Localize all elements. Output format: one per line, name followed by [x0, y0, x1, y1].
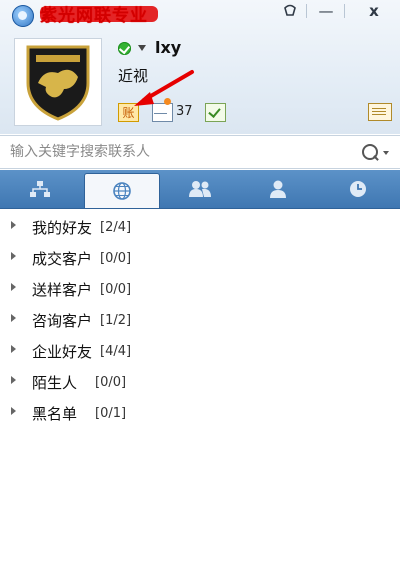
online-check-icon[interactable]: [118, 42, 131, 55]
tab-contacts[interactable]: [84, 173, 160, 208]
message-box-icon[interactable]: [368, 103, 392, 121]
expand-arrow-icon[interactable]: [11, 221, 16, 229]
list-item[interactable]: 陌生人 [0/0]: [0, 365, 400, 396]
group-name: 咨询客户: [32, 312, 93, 330]
status-dropdown-icon[interactable]: [138, 45, 146, 51]
group-count: [0/1]: [95, 406, 127, 421]
group-name: 企业好友: [32, 343, 93, 361]
group-name: 陌生人: [32, 374, 78, 392]
username: lxy: [155, 38, 182, 57]
avatar[interactable]: [14, 38, 102, 126]
mail-icon[interactable]: [152, 103, 173, 122]
list-item[interactable]: 送样客户 [0/0]: [0, 272, 400, 303]
group-name: 我的好友: [32, 219, 93, 237]
expand-arrow-icon[interactable]: [11, 376, 16, 384]
group-count: [1/2]: [100, 313, 132, 328]
close-button[interactable]: x: [360, 0, 388, 22]
search-icon[interactable]: [362, 144, 378, 160]
im-main-window: 紫光网联专业 — x lxy 近视 账 37 输入关键字搜索联系人 我的好友 […: [0, 0, 400, 569]
clock-icon: [350, 181, 366, 197]
app-logo-icon: [12, 5, 34, 27]
group-name: 送样客户: [32, 281, 93, 299]
list-item[interactable]: 我的好友 [2/4]: [0, 210, 400, 241]
expand-arrow-icon[interactable]: [11, 345, 16, 353]
skin-button[interactable]: [276, 0, 304, 22]
personal-signature[interactable]: 近视: [118, 65, 148, 86]
group-count: [0/0]: [100, 282, 132, 297]
profile-header: 紫光网联专业 — x lxy 近视 账 37: [0, 0, 400, 134]
divider: [306, 4, 307, 18]
skin-icon: [284, 4, 296, 16]
expand-arrow-icon[interactable]: [11, 407, 16, 415]
tab-history[interactable]: [320, 170, 396, 208]
expand-arrow-icon[interactable]: [11, 283, 16, 291]
person-icon: [270, 180, 286, 198]
list-item[interactable]: 咨询客户 [1/2]: [0, 303, 400, 334]
task-check-icon[interactable]: [205, 103, 226, 122]
org-chart-icon: [30, 181, 50, 197]
search-input[interactable]: [10, 142, 340, 162]
window-title: 紫光网联专业: [40, 6, 148, 26]
mail-count: 37: [176, 104, 193, 119]
group-name: 成交客户: [32, 250, 93, 268]
contact-group-list: 我的好友 [2/4] 成交客户 [0/0] 送样客户 [0/0] 咨询客户 [1…: [0, 210, 400, 427]
list-item[interactable]: 黑名单 [0/1]: [0, 396, 400, 427]
tab-organization[interactable]: [2, 170, 78, 208]
chevron-down-icon[interactable]: [383, 151, 389, 155]
group-count: [4/4]: [100, 344, 132, 359]
search-bar: [0, 135, 400, 169]
group-count: [0/0]: [95, 375, 127, 390]
group-count: [0/0]: [100, 251, 132, 266]
lamborghini-logo: [26, 45, 90, 121]
list-item[interactable]: 成交客户 [0/0]: [0, 241, 400, 272]
account-button[interactable]: 账: [118, 103, 139, 122]
tab-bar: [0, 170, 400, 209]
group-count: [2/4]: [100, 220, 132, 235]
expand-arrow-icon[interactable]: [11, 314, 16, 322]
tab-groups[interactable]: [162, 170, 238, 208]
minimize-button[interactable]: —: [312, 0, 340, 22]
divider: [344, 4, 345, 18]
tab-recent-person[interactable]: [240, 170, 316, 208]
mail-notification-dot: [164, 98, 171, 105]
globe-icon: [113, 182, 131, 200]
list-item[interactable]: 企业好友 [4/4]: [0, 334, 400, 365]
expand-arrow-icon[interactable]: [11, 252, 16, 260]
group-icon: [189, 181, 211, 197]
group-name: 黑名单: [32, 405, 78, 423]
